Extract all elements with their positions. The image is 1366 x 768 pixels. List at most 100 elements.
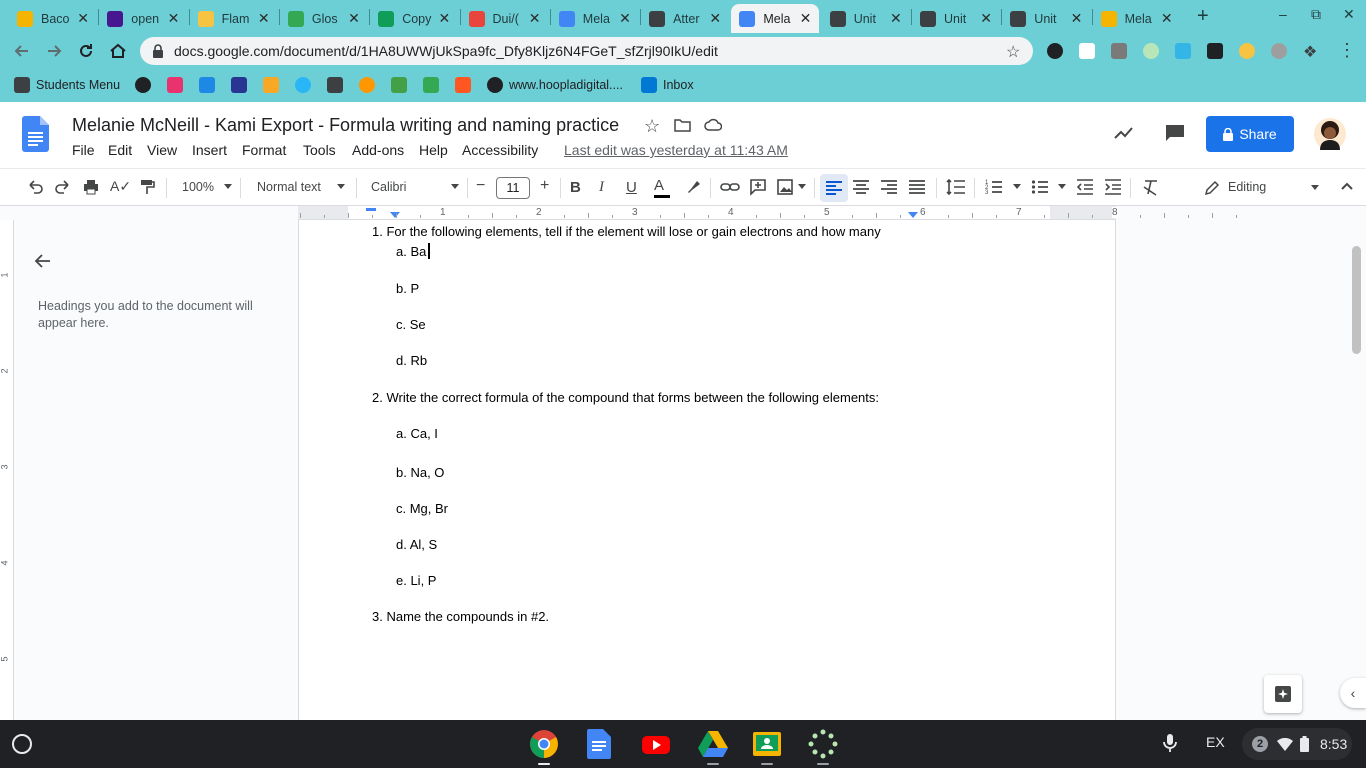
tab-close-icon[interactable]: ✕ [168,10,180,27]
bookmark-icon-item[interactable] [231,77,253,93]
bookmark-icon-item[interactable] [295,77,317,93]
chevron-down-icon[interactable] [798,184,806,189]
home-icon[interactable] [108,41,128,61]
tab-close-icon[interactable]: ✕ [619,10,631,27]
browser-tab[interactable]: Atter ✕ [641,4,729,33]
first-line-indent-marker[interactable] [366,208,376,211]
chevron-down-icon[interactable] [1058,184,1066,189]
power-extension-icon[interactable] [1047,43,1063,59]
bookmark-icon-item[interactable] [327,77,349,93]
browser-tab[interactable]: Mela ✕ [551,4,639,33]
star-icon[interactable]: ☆ [644,116,660,137]
tab-close-icon[interactable]: ✕ [1071,10,1083,27]
decrease-font-size-button[interactable]: − [476,177,485,195]
input-method-indicator[interactable]: EX [1206,734,1225,750]
question-2[interactable]: 2. Write the correct formula of the comp… [372,390,879,405]
list-item[interactable]: d. Al, S [396,537,437,552]
scrollbar-thumb[interactable] [1352,246,1361,354]
zoom-select[interactable]: 100% [182,180,214,194]
list-item[interactable]: b. Na, O [396,465,444,480]
bookmark-icon-item[interactable] [455,77,477,93]
youtube-icon[interactable] [641,729,671,759]
b-extension-icon[interactable] [1111,43,1127,59]
back-icon[interactable] [12,41,32,61]
restore-icon[interactable]: ⧉ [1311,6,1321,23]
bookmark-icon-item[interactable] [199,77,221,93]
spinner-extension-icon[interactable] [1143,43,1159,59]
bold-button[interactable]: B [570,179,581,196]
browser-tab[interactable]: Unit ✕ [822,4,910,33]
decrease-indent-icon[interactable] [1076,178,1094,196]
chevron-down-icon[interactable] [1013,184,1021,189]
microphone-icon[interactable] [1162,733,1178,753]
menu-tools[interactable]: Tools [303,142,336,158]
menu-format[interactable]: Format [242,142,286,158]
collapse-menus-icon[interactable] [1340,179,1354,193]
menu-accessibility[interactable]: Accessibility [462,142,538,158]
chevron-down-icon[interactable] [451,184,459,189]
numbered-list-icon[interactable]: 123 [985,178,1003,196]
launcher-dots-icon[interactable] [808,729,838,765]
browser-tab[interactable]: Mela ✕ [1093,4,1181,33]
last-edit-link[interactable]: Last edit was yesterday at 11:43 AM [564,142,788,158]
font-family-select[interactable]: Calibri [371,180,406,194]
align-center-icon[interactable] [852,178,870,196]
menu-help[interactable]: Help [419,142,448,158]
bookmark-icon-item[interactable] [359,77,381,93]
avatar[interactable] [1314,118,1346,150]
tab-close-icon[interactable]: ✕ [438,10,450,27]
outline-back-arrow-icon[interactable] [32,250,54,272]
underline-button[interactable]: U [626,179,637,196]
browser-tab[interactable]: open ✕ [99,4,187,33]
browser-tab[interactable]: Mela ✕ [731,4,820,33]
insert-image-icon[interactable] [776,178,794,196]
bookmark-icon-item[interactable] [263,77,285,93]
forward-icon[interactable] [44,41,64,61]
activity-trend-icon[interactable] [1114,126,1134,140]
tab-close-icon[interactable]: ✕ [800,10,812,27]
justify-icon[interactable] [908,178,926,196]
cloud-saved-icon[interactable] [704,118,722,131]
cloud-extension-icon[interactable] [1175,43,1191,59]
tab-close-icon[interactable]: ✕ [529,10,541,27]
tab-close-icon[interactable]: ✕ [348,10,360,27]
side-panel-toggle[interactable]: ‹ [1340,678,1366,708]
menu-insert[interactable]: Insert [192,142,227,158]
increase-indent-icon[interactable] [1104,178,1122,196]
question-3[interactable]: 3. Name the compounds in #2. [372,609,549,624]
tab-close-icon[interactable]: ✕ [890,10,902,27]
bulleted-list-icon[interactable] [1031,178,1049,196]
chevron-down-icon[interactable] [337,184,345,189]
docs-logo-icon[interactable] [22,116,49,152]
paragraph-style-select[interactable]: Normal text [257,180,321,194]
align-right-icon[interactable] [880,178,898,196]
increase-font-size-button[interactable]: + [540,177,549,195]
document-title[interactable]: Melanie McNeill - Kami Export - Formula … [72,115,619,136]
tab-close-icon[interactable]: ✕ [709,10,721,27]
browser-tab[interactable]: Dui/(✕ [461,4,549,33]
tab-close-icon[interactable]: ✕ [1161,10,1173,27]
menu-view[interactable]: View [147,142,177,158]
chrome-menu-icon[interactable]: ⋮ [1338,40,1356,61]
highlight-color-icon[interactable] [684,178,702,196]
browser-tab[interactable]: Copy ✕ [370,4,458,33]
left-indent-marker[interactable] [390,212,400,218]
drive-shelf-icon[interactable] [697,729,728,765]
insert-link-icon[interactable] [720,178,740,196]
list-item[interactable]: e. Li, P [396,573,436,588]
line-spacing-icon[interactable] [946,178,966,196]
list-item[interactable]: c. Se [396,317,426,332]
undo-icon[interactable] [26,178,44,196]
clear-formatting-icon[interactable] [1142,178,1160,196]
right-indent-marker[interactable] [908,212,918,218]
browser-tab[interactable]: Unit ✕ [912,4,1000,33]
tab-close-icon[interactable]: ✕ [258,10,270,27]
new-tab-button[interactable]: + [1197,5,1209,28]
bookmark-icon-item[interactable] [391,77,413,93]
align-left-button[interactable] [820,174,848,202]
browser-tab[interactable]: Flam ✕ [190,4,278,33]
share-button[interactable]: Share [1206,116,1294,152]
annotate-extension-icon[interactable] [1079,43,1095,59]
browser-tab[interactable]: Unit ✕ [1002,4,1090,33]
spellcheck-icon[interactable]: A✓ [110,178,131,195]
